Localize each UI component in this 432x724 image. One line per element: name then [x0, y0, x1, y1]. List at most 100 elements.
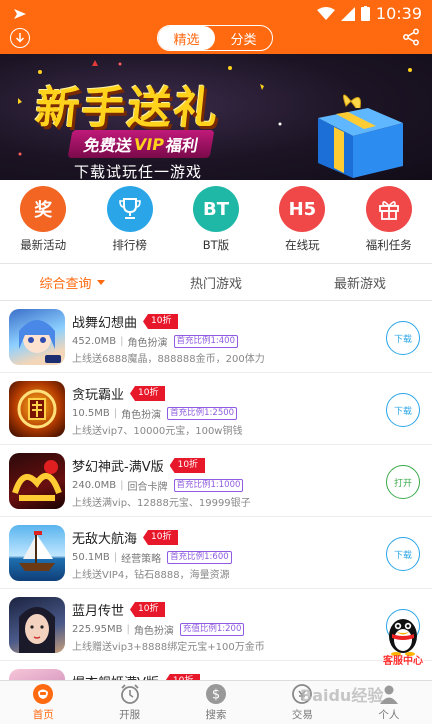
category-label: BT版	[202, 238, 230, 252]
game-genre: 角色扮演	[133, 626, 174, 637]
category-shortcuts: 奖 最新活动 排行榜 BT BT版 H5 在线玩 福利任务	[0, 186, 432, 262]
category-label: 排行榜	[112, 238, 147, 252]
signal-icon	[340, 6, 355, 21]
game-icon-lanyue	[9, 597, 65, 653]
download-button[interactable]: 下载	[386, 393, 420, 427]
game-genre: 角色扮演	[127, 338, 168, 349]
download-button[interactable]: 下载	[386, 321, 420, 355]
penguin-icon	[389, 619, 417, 656]
search-icon: $	[205, 683, 227, 705]
game-meta: 452.0MB | 角色扮演 首充比例1:400	[72, 334, 238, 349]
meta-separator: |	[113, 408, 118, 419]
game-list: 战舞幻想曲 10折 452.0MB | 角色扮演 首充比例1:400 上线送6888魔晶…	[0, 301, 432, 701]
list-item[interactable]: 贪玩霸业 10折 10.5MB | 角色扮演 首充比例1:2500 上线送vip7、10…	[0, 373, 432, 445]
game-genre: 经营策略	[121, 554, 162, 565]
share-icon[interactable]	[402, 28, 420, 46]
award-icon: 奖	[20, 186, 67, 232]
caret-down-icon	[96, 279, 105, 285]
recharge-ratio-badge: 首充比例1:2500	[167, 407, 238, 420]
category-online-play[interactable]: H5 在线玩	[262, 186, 342, 262]
banner-title: 新手送礼	[32, 83, 223, 134]
nav-label: 首页	[32, 709, 54, 721]
download-manager-button[interactable]	[10, 28, 30, 48]
nav-label: 交易	[291, 709, 313, 721]
game-meta: 225.95MB | 角色扮演 充值比例1:200	[72, 622, 245, 637]
download-button[interactable]: 下载	[386, 537, 420, 571]
game-title-row: 无敌大航海 10折	[72, 528, 179, 547]
svg-text:$: $	[212, 688, 220, 703]
meta-separator: |	[126, 624, 130, 635]
alarm-clock-icon	[119, 683, 141, 705]
game-description: 上线送vip7、10000元宝，100w铜钱	[72, 426, 243, 437]
nav-home[interactable]: 首页	[0, 681, 86, 724]
meta-separator: |	[113, 552, 118, 563]
game-meta: 10.5MB | 角色扮演 首充比例1:2500	[72, 406, 238, 421]
game-title-row: 战舞幻想曲 10折	[72, 312, 179, 331]
banner-ribbon: 免费送 VIP 福利	[67, 130, 215, 158]
game-description: 上线送VIP4，钻石8888，海量资源	[72, 570, 230, 581]
tab-featured[interactable]: 精选	[158, 26, 215, 50]
game-size: 240.0MB	[72, 480, 117, 491]
list-item[interactable]: 蓝月传世 10折 225.95MB | 角色扮演 充值比例1:200 上线赠送vip3+…	[0, 589, 432, 661]
list-item[interactable]: 无敌大航海 10折 50.1MB | 经营策略 首充比例1:600 上线送VIP4，钻石…	[0, 517, 432, 589]
promo-banner[interactable]: 新手送礼 免费送 VIP 福利 下载试玩任一游戏	[0, 54, 432, 180]
game-title-row: 梦幻神武-满V版 10折	[72, 456, 206, 475]
baidu-watermark: Baidu经验	[300, 686, 384, 705]
recharge-ratio-badge: 首充比例1:600	[167, 551, 232, 564]
recharge-ratio-badge: 首充比例1:1000	[173, 479, 244, 492]
discount-badge: 10折	[143, 314, 179, 329]
trophy-icon	[106, 186, 153, 232]
customer-service-label: 客服中心	[383, 656, 423, 667]
category-latest-events[interactable]: 奖 最新活动	[3, 186, 83, 262]
nav-label: 个人	[378, 709, 400, 721]
category-label: 福利任务	[365, 238, 412, 252]
nav-search[interactable]: $ 搜索	[173, 681, 259, 724]
nav-label: 搜索	[205, 709, 227, 721]
discount-badge: 10折	[143, 530, 179, 545]
nav-server-open[interactable]: 开服	[86, 681, 172, 724]
wifi-icon	[316, 6, 335, 20]
game-size: 10.5MB	[72, 408, 110, 419]
download-icon	[15, 32, 25, 43]
game-genre: 回合卡牌	[127, 482, 168, 493]
discount-badge: 10折	[169, 458, 206, 473]
game-name: 无敌大航海	[72, 532, 138, 547]
tab-new-games[interactable]: 最新游戏	[288, 264, 432, 300]
category-ranking[interactable]: 排行榜	[90, 186, 170, 262]
discount-badge: 10折	[130, 386, 166, 401]
ribbon-text-post: 福利	[164, 136, 200, 155]
game-icon-hanghai	[9, 525, 65, 581]
tab-category[interactable]: 分类	[215, 26, 272, 50]
category-bt[interactable]: BT BT版	[176, 186, 256, 262]
top-segment-control: 精选 分类	[157, 25, 273, 51]
gift-icon	[365, 186, 412, 232]
ribbon-text-pre: 免费送	[82, 136, 134, 155]
list-item[interactable]: 梦幻神武-满V版 10折 240.0MB | 回合卡牌 首充比例1:1000 上线送满v…	[0, 445, 432, 517]
customer-service-button[interactable]: 客服中心	[380, 612, 426, 668]
recharge-ratio-badge: 首充比例1:400	[173, 335, 238, 348]
game-name: 蓝月传世	[72, 604, 125, 619]
meta-separator: |	[120, 336, 124, 347]
game-title-row: 蓝月传世 10折	[72, 600, 166, 619]
game-name: 战舞幻想曲	[72, 316, 138, 331]
category-label: 在线玩	[285, 238, 320, 252]
app-notification-icon	[14, 9, 26, 19]
status-bar: 10:39	[0, 0, 432, 28]
meta-separator: |	[120, 480, 124, 491]
game-genre: 角色扮演	[121, 410, 162, 421]
tab-label: 综合查询	[39, 276, 92, 292]
list-item[interactable]: 战舞幻想曲 10折 452.0MB | 角色扮演 首充比例1:400 上线送6888魔晶…	[0, 301, 432, 373]
bt-icon: BT	[192, 186, 239, 232]
game-name: 贪玩霸业	[72, 388, 125, 403]
category-welfare-tasks[interactable]: 福利任务	[349, 186, 429, 262]
category-label: 最新活动	[20, 238, 67, 252]
gift-box-illustration	[318, 94, 403, 178]
game-title-row: 贪玩霸业 10折	[72, 384, 166, 403]
tab-comprehensive[interactable]: 综合查询	[0, 264, 144, 300]
tab-hot-games[interactable]: 热门游戏	[144, 264, 288, 300]
open-button[interactable]: 打开	[386, 465, 420, 499]
list-tabs: 综合查询 热门游戏 最新游戏	[0, 264, 432, 300]
recharge-ratio-badge: 充值比例1:200	[179, 623, 245, 636]
banner-subtitle: 下载试玩任一游戏	[74, 163, 203, 180]
game-size: 452.0MB	[72, 336, 117, 347]
